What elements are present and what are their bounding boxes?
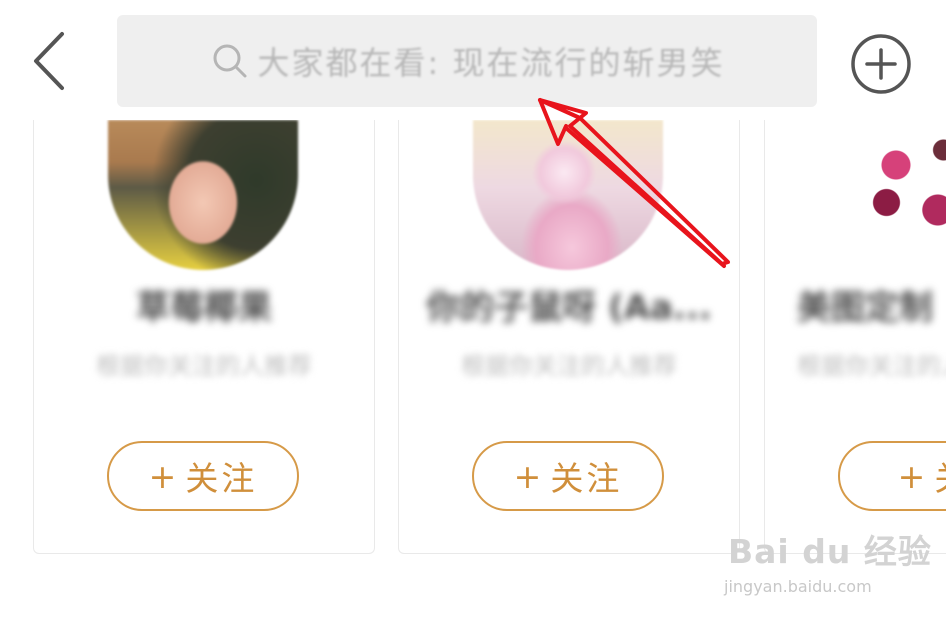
user-name: 草莓椰果 bbox=[136, 288, 272, 328]
follow-button[interactable]: + 关 bbox=[838, 441, 946, 511]
user-desc: 根据你关注的人推荐 bbox=[461, 352, 677, 380]
avatar[interactable] bbox=[839, 120, 946, 270]
user-card[interactable]: 你的子鼠呀 (Aa... 根据你关注的人推荐 + 关注 bbox=[398, 120, 740, 554]
plus-icon: + bbox=[897, 456, 929, 496]
add-button[interactable] bbox=[850, 33, 912, 95]
user-card[interactable]: 草莓椰果 根据你关注的人推荐 + 关注 bbox=[33, 120, 375, 554]
watermark-logo: Bai du 经验 bbox=[728, 532, 932, 571]
top-bar: 大家都在看: 现在流行的斩男笑 bbox=[0, 0, 946, 120]
follow-label: 关注 bbox=[550, 459, 623, 498]
follow-button[interactable]: + 关注 bbox=[472, 441, 664, 511]
plus-icon: + bbox=[513, 456, 545, 496]
search-placeholder: 大家都在看: 现在流行的斩男笑 bbox=[257, 44, 725, 82]
chevron-left-icon bbox=[34, 32, 64, 90]
avatar[interactable] bbox=[108, 120, 298, 270]
watermark-url: jingyan.baidu.com bbox=[724, 577, 872, 596]
user-desc: 根据你关注的人推荐 bbox=[96, 352, 312, 380]
baidu-watermark: Bai du 经验 jingyan.baidu.com bbox=[722, 515, 932, 610]
user-desc: 根据你关注的人推荐 bbox=[797, 352, 946, 380]
plus-icon: + bbox=[148, 456, 180, 496]
user-name: 你的子鼠呀 (Aa... bbox=[426, 288, 712, 328]
follow-label: 关注 bbox=[185, 459, 258, 498]
follow-label: 关 bbox=[934, 452, 946, 500]
avatar[interactable] bbox=[473, 120, 663, 270]
user-name: 美图定制 bbox=[797, 288, 933, 328]
follow-button[interactable]: + 关注 bbox=[107, 441, 299, 511]
plus-circle-icon bbox=[851, 34, 911, 94]
recommend-cards: 草莓椰果 根据你关注的人推荐 + 关注 你的子鼠呀 (Aa... 根据你关注的人… bbox=[0, 120, 946, 560]
back-button[interactable] bbox=[22, 28, 82, 94]
search-icon bbox=[213, 44, 247, 78]
user-card[interactable]: 美图定制 根据你关注的人推荐 + 关 bbox=[764, 120, 946, 554]
search-input[interactable]: 大家都在看: 现在流行的斩男笑 bbox=[117, 15, 817, 107]
